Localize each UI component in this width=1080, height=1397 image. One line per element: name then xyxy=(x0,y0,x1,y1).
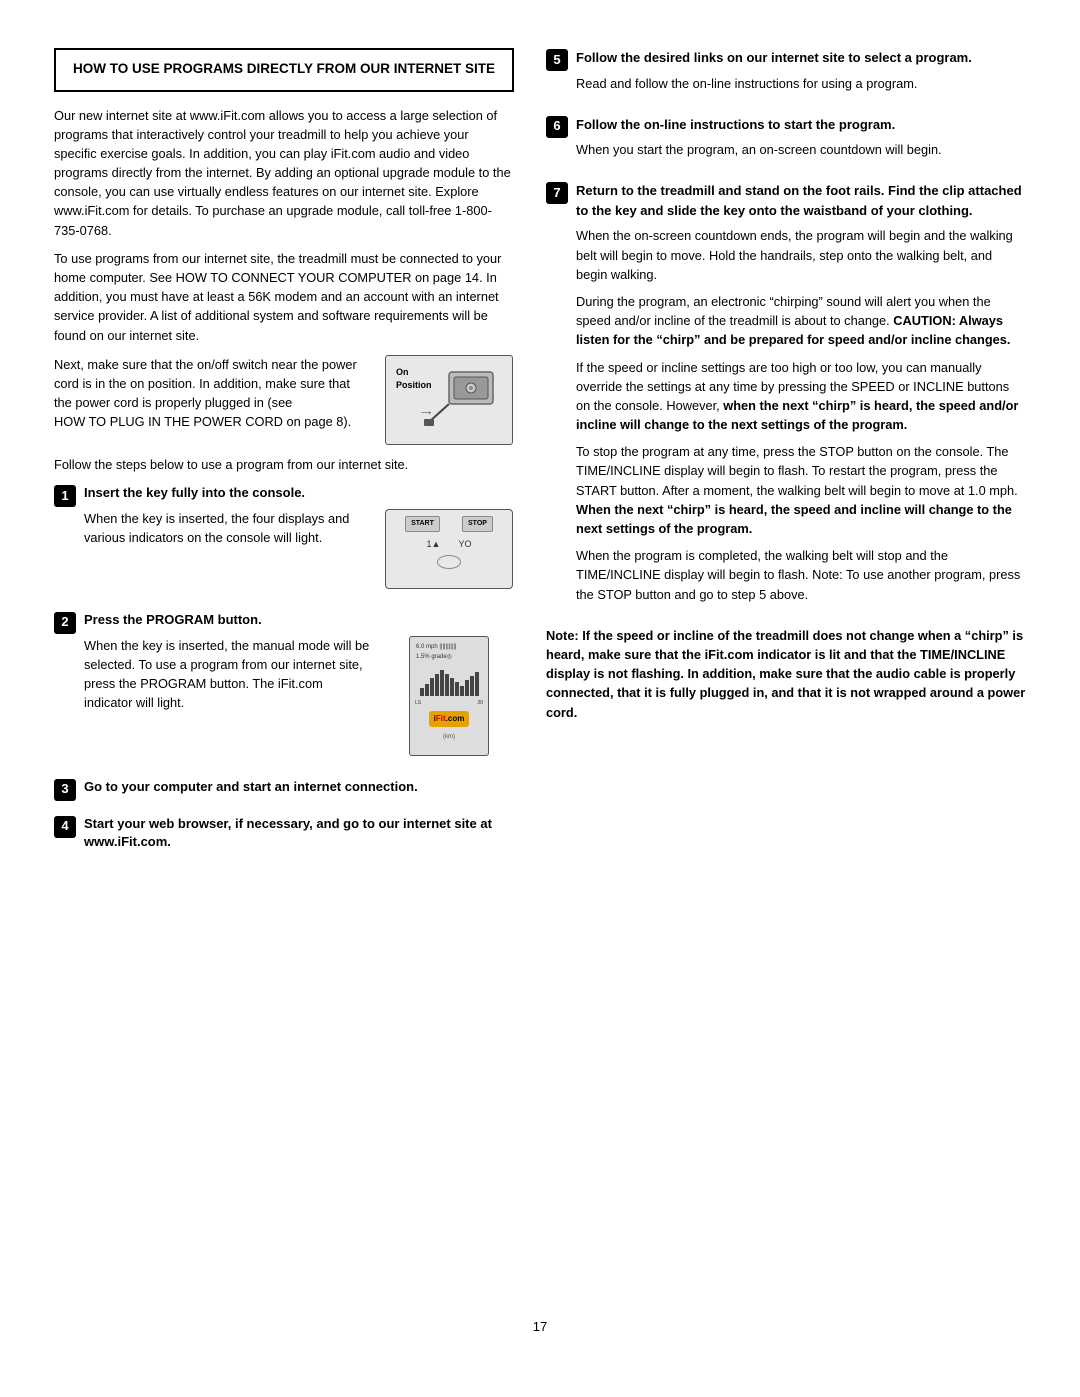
page-number: 17 xyxy=(54,1318,1026,1337)
bar-12 xyxy=(475,672,479,696)
left-column: HOW TO USE PROGRAMS DIRECTLY FROM OUR IN… xyxy=(54,48,514,1298)
step-5-content: Follow the desired links on our internet… xyxy=(576,48,1026,101)
step-3-content: Go to your computer and start an interne… xyxy=(84,778,514,803)
step-5-title: Follow the desired links on our internet… xyxy=(576,48,1026,68)
note-section: Note: If the speed or incline of the tre… xyxy=(546,626,1026,722)
stop-button-display: STOP xyxy=(462,516,493,532)
step-7-body1: When the on-screen countdown ends, the p… xyxy=(576,226,1026,284)
svg-text:⟶: ⟶ xyxy=(421,410,431,417)
button-row: START STOP xyxy=(386,510,512,534)
step-6-body: When you start the program, an on-screen… xyxy=(576,140,1026,159)
step-2-figure: When the key is inserted, the manual mod… xyxy=(84,636,514,756)
step-2-body: When the key is inserted, the manual mod… xyxy=(84,636,370,713)
note-text: Note: If the speed or incline of the tre… xyxy=(546,626,1026,722)
bar-2 xyxy=(425,684,429,696)
bar-9 xyxy=(460,686,464,696)
step-3-number: 3 xyxy=(54,779,76,801)
bar-11 xyxy=(470,676,474,696)
intro-text: Our new internet site at www.iFit.com al… xyxy=(54,106,514,345)
bar-chart xyxy=(420,666,479,696)
step-1-figure: When the key is inserted, the four displ… xyxy=(84,509,514,589)
step-2-number: 2 xyxy=(54,612,76,634)
step-7-body5: When the program is completed, the walki… xyxy=(576,546,1026,604)
step-1: 1 Insert the key fully into the console.… xyxy=(54,484,514,599)
step-5-number: 5 xyxy=(546,49,568,71)
follow-steps-p: Follow the steps below to use a program … xyxy=(54,455,514,474)
two-column-layout: HOW TO USE PROGRAMS DIRECTLY FROM OUR IN… xyxy=(54,48,1026,1298)
step-3: 3 Go to your computer and start an inter… xyxy=(54,778,514,803)
step-2-content: Press the PROGRAM button. When the key i… xyxy=(84,611,514,766)
step-6-title: Follow the on-line instructions to start… xyxy=(576,115,1026,135)
step-2: 2 Press the PROGRAM button. When the key… xyxy=(54,611,514,766)
intro-p1: Our new internet site at www.iFit.com al… xyxy=(54,106,514,240)
on-position-text: Next, make sure that the on/off switch n… xyxy=(54,355,370,432)
bar-6 xyxy=(445,674,449,696)
on-position-figure: On Position xyxy=(384,355,514,445)
step-7-number: 7 xyxy=(546,182,568,204)
start-button-display: START xyxy=(405,516,440,532)
bar-label-grade: 1.5% grade◎ xyxy=(414,653,452,662)
step-7-body2: During the program, an electronic “chirp… xyxy=(576,292,1026,350)
console-diagram-2: 6.0 mph ||||||||||| 1.5% grade◎ xyxy=(384,636,514,756)
ifit-logo: iFit.com xyxy=(429,711,470,727)
on-label: On Position xyxy=(396,366,432,392)
step-7-body4: To stop the program at any time, press t… xyxy=(576,442,1026,538)
step-4-number: 4 xyxy=(54,816,76,838)
number-display-row: 1▲ YO xyxy=(386,534,512,551)
step-5: 5 Follow the desired links on our intern… xyxy=(546,48,1026,101)
oval-indicator xyxy=(437,555,461,569)
bar-axis: LS20 xyxy=(414,700,484,707)
step-3-title: Go to your computer and start an interne… xyxy=(84,778,514,797)
section-header-box: HOW TO USE PROGRAMS DIRECTLY FROM OUR IN… xyxy=(54,48,514,92)
page: HOW TO USE PROGRAMS DIRECTLY FROM OUR IN… xyxy=(0,0,1080,1397)
step-6-content: Follow the on-line instructions to start… xyxy=(576,115,1026,168)
intro-p2: To use programs from our internet site, … xyxy=(54,249,514,345)
on-position-diagram: On Position xyxy=(385,355,513,445)
step-2-title: Press the PROGRAM button. xyxy=(84,611,514,630)
right-column: 5 Follow the desired links on our intern… xyxy=(546,48,1026,1298)
bar-5 xyxy=(440,670,444,696)
bar-7 xyxy=(450,678,454,696)
on-position-section: Next, make sure that the on/off switch n… xyxy=(54,355,514,445)
step-4-title: Start your web browser, if necessary, an… xyxy=(84,815,514,853)
bar-label-top: 6.0 mph ||||||||||| xyxy=(414,643,457,652)
console-display-1: START STOP 1▲ YO xyxy=(385,509,513,589)
step-1-title: Insert the key fully into the console. xyxy=(84,484,514,503)
step-1-content: Insert the key fully into the console. W… xyxy=(84,484,514,599)
km-label: (km) xyxy=(443,733,455,742)
step-1-body: When the key is inserted, the four displ… xyxy=(84,509,370,547)
section-title: HOW TO USE PROGRAMS DIRECTLY FROM OUR IN… xyxy=(70,60,498,78)
step-7-title: Return to the treadmill and stand on the… xyxy=(576,181,1026,220)
step-7: 7 Return to the treadmill and stand on t… xyxy=(546,181,1026,611)
bar-3 xyxy=(430,678,434,696)
bar-1 xyxy=(420,688,424,696)
step-6: 6 Follow the on-line instructions to sta… xyxy=(546,115,1026,168)
step-1-number: 1 xyxy=(54,485,76,507)
step-4-content: Start your web browser, if necessary, an… xyxy=(84,815,514,859)
follow-steps-text: Follow the steps below to use a program … xyxy=(54,455,514,474)
step-5-body: Read and follow the on-line instructions… xyxy=(576,74,1026,93)
step-7-content: Return to the treadmill and stand on the… xyxy=(576,181,1026,611)
step-4: 4 Start your web browser, if necessary, … xyxy=(54,815,514,859)
bar-4 xyxy=(435,674,439,696)
program-panel: 6.0 mph ||||||||||| 1.5% grade◎ xyxy=(409,636,489,756)
bar-10 xyxy=(465,680,469,696)
step-6-number: 6 xyxy=(546,116,568,138)
step-7-body3: If the speed or incline settings are too… xyxy=(576,358,1026,435)
bar-8 xyxy=(455,682,459,696)
console-diagram-1: START STOP 1▲ YO xyxy=(384,509,514,589)
